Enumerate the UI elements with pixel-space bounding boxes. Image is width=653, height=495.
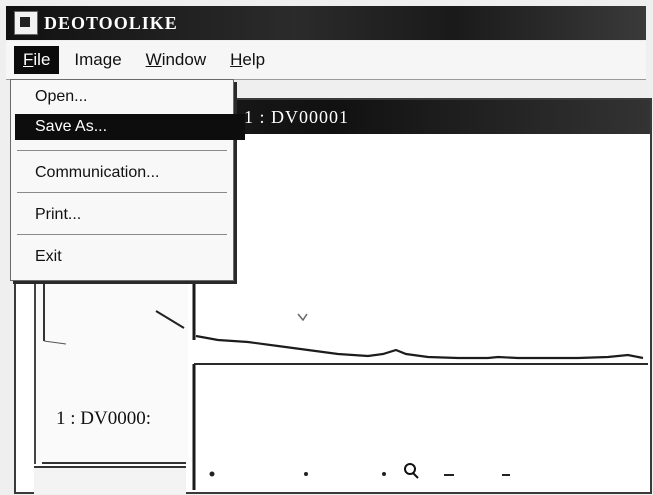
menu-file-mnemonic: F bbox=[23, 50, 34, 69]
scale-dot-2 bbox=[304, 472, 308, 476]
cursor-marker bbox=[297, 313, 308, 322]
file-menu-dropdown: Open... Save As... Communication... Prin… bbox=[10, 79, 245, 281]
menu-image-label: Image bbox=[74, 50, 122, 69]
app-icon bbox=[14, 11, 38, 35]
menubar: File Image Window Help bbox=[6, 41, 646, 80]
waveform-trace bbox=[195, 334, 644, 360]
menu-item-communication[interactable]: Communication... bbox=[35, 164, 160, 182]
zoom-marker bbox=[404, 463, 416, 475]
document-title: 1 : DV00001 bbox=[244, 106, 349, 127]
app-titlebar[interactable]: DEOTOOLIKE bbox=[6, 6, 646, 40]
thumbnail-label: 1 : DV0000: bbox=[56, 408, 151, 429]
menu-item-print[interactable]: Print... bbox=[35, 206, 81, 224]
menu-window-mnemonic: W bbox=[145, 50, 162, 69]
menu-help[interactable]: Help bbox=[221, 46, 274, 74]
thumbnail-baseline bbox=[42, 462, 186, 464]
screen: DEOTOOLIKE File Image Window Help 1 : DV… bbox=[0, 0, 653, 495]
waveform-plot[interactable] bbox=[188, 136, 648, 490]
menu-separator bbox=[17, 192, 227, 193]
menu-window-label: indow bbox=[161, 50, 207, 69]
menu-file-label: ile bbox=[33, 50, 51, 69]
menu-help-mnemonic: H bbox=[230, 50, 243, 69]
scale-dot-3 bbox=[382, 472, 386, 476]
menu-separator bbox=[17, 150, 227, 151]
menu-file[interactable]: File bbox=[14, 46, 60, 74]
menu-help-label: elp bbox=[242, 50, 266, 69]
menu-separator bbox=[17, 234, 227, 235]
waveform-svg bbox=[192, 136, 648, 490]
app-title: DEOTOOLIKE bbox=[44, 12, 178, 33]
menu-item-open[interactable]: Open... bbox=[35, 88, 87, 106]
menu-item-exit[interactable]: Exit bbox=[35, 248, 62, 266]
status-strip bbox=[34, 466, 186, 494]
scale-dot-1 bbox=[209, 471, 215, 477]
menu-item-save-as[interactable]: Save As... bbox=[15, 114, 245, 140]
menu-image[interactable]: Image bbox=[65, 46, 130, 74]
menu-window[interactable]: Window bbox=[137, 46, 215, 74]
